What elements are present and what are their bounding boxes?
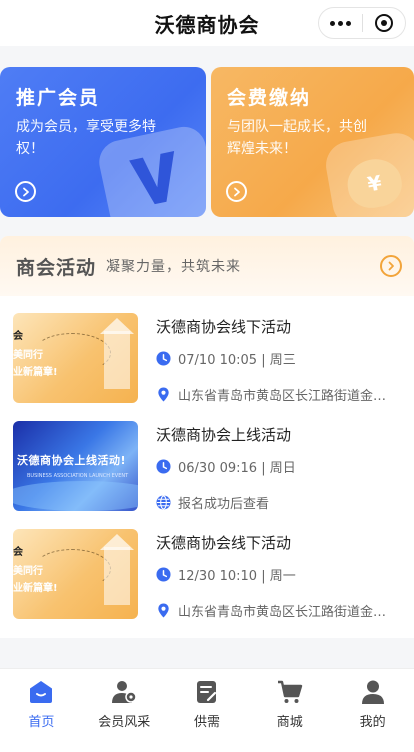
chevron-right-icon[interactable] [380, 255, 402, 277]
target-circle-icon[interactable] [363, 8, 406, 38]
activity-thumbnail: 沃德商协会上线活动! BUSINESS ASSOCIATION LAUNCH E… [13, 421, 138, 511]
top-bar: 沃德商协会 [0, 0, 414, 46]
promote-member-card[interactable]: 推广会员 成为会员，享受更多特权！ [0, 67, 206, 217]
activity-thumbnail: 会 美同行 业新篇章! [13, 313, 138, 403]
globe-icon [156, 495, 171, 510]
activity-thumbnail: 会 美同行 业新篇章! [13, 529, 138, 619]
thumb-text: 会 [13, 331, 23, 342]
page-title: 沃德商协会 [154, 12, 260, 37]
arrow-right-icon[interactable] [15, 181, 36, 202]
promote-member-desc: 成为会员，享受更多特权！ [16, 119, 156, 157]
activity-location-row: 报名成功后查看 [156, 493, 410, 512]
activity-item[interactable]: 沃德商协会上线活动! BUSINESS ASSOCIATION LAUNCH E… [0, 421, 414, 521]
tab-home[interactable]: 首页 [0, 669, 83, 752]
thumb-text: 会 [13, 547, 23, 558]
tab-mall[interactable]: 商城 [248, 669, 331, 752]
home-icon [30, 681, 53, 703]
thumb-text: 美同行 [13, 566, 43, 577]
section-title: 商会活动 [16, 256, 97, 279]
user-icon [361, 680, 384, 704]
location-pin-icon [158, 387, 169, 402]
activities-header[interactable]: 商会活动 凝聚力量，共筑未来 [0, 236, 414, 296]
thumb-text: 美同行 [13, 350, 43, 361]
promote-member-title: 推广会员 [16, 87, 101, 109]
location-pin-icon [158, 603, 169, 618]
thumb-text: 业新篇章! [13, 583, 58, 594]
bottom-tab-bar: 首页 会员风采 供需 商城 我的 [0, 668, 414, 752]
mini-program-capsule [318, 7, 406, 39]
member-icon [112, 681, 137, 703]
cart-icon [277, 680, 302, 703]
activity-title: 沃德商协会上线活动 [156, 426, 292, 444]
more-dots-icon[interactable] [319, 8, 362, 38]
clock-icon [156, 351, 171, 366]
activity-item[interactable]: 会 美同行 业新篇章! 沃德商协会线下活动 12/30 10:10 | 周一 山… [0, 529, 414, 629]
thumb-text: 业新篇章! [13, 367, 58, 378]
activity-time-row: 12/30 10:10 | 周一 [156, 565, 296, 584]
activities-section: 商会活动 凝聚力量，共筑未来 会 美同行 业新篇章! 沃德商协会线下活动 07/… [0, 236, 414, 638]
activity-location: 报名成功后查看 [178, 497, 270, 512]
activity-item[interactable]: 会 美同行 业新篇章! 沃德商协会线下活动 07/10 10:05 | 周三 山… [0, 313, 414, 413]
membership-fee-card[interactable]: ¥ 会费缴纳 与团队一起成长，共创辉煌未来！ [211, 67, 414, 217]
tab-supply-demand[interactable]: 供需 [166, 669, 249, 752]
activity-location: 山东省青岛市黄岛区长江路街道金… [178, 605, 387, 620]
arrow-right-icon[interactable] [226, 181, 247, 202]
clock-icon [156, 459, 171, 474]
thumb-text: BUSINESS ASSOCIATION LAUNCH EVENT [27, 473, 129, 479]
tab-mine[interactable]: 我的 [331, 669, 414, 752]
clock-icon [156, 567, 171, 582]
section-subtitle: 凝聚力量，共筑未来 [106, 259, 242, 275]
activity-location-row: 山东省青岛市黄岛区长江路街道金… [156, 601, 410, 620]
tab-mall-label: 商城 [276, 715, 303, 730]
membership-fee-title: 会费缴纳 [227, 87, 312, 109]
activity-time-row: 06/30 09:16 | 周日 [156, 457, 296, 476]
page: 沃德商协会 推广会员 成为会员，享受更多特权！ ¥ 会费缴纳 与团队一起成长，共… [0, 0, 414, 752]
tab-member-label: 会员风采 [98, 715, 151, 730]
activity-time-row: 07/10 10:05 | 周三 [156, 349, 296, 368]
activity-time: 06/30 09:16 | 周日 [178, 461, 296, 476]
membership-fee-desc: 与团队一起成长，共创辉煌未来！ [227, 119, 367, 157]
supply-demand-icon [196, 681, 217, 703]
activity-title: 沃德商协会线下活动 [156, 534, 292, 552]
activity-title: 沃德商协会线下活动 [156, 318, 292, 336]
tab-home-label: 首页 [28, 715, 55, 730]
activity-location-row: 山东省青岛市黄岛区长江路街道金… [156, 385, 410, 404]
activity-time: 07/10 10:05 | 周三 [178, 353, 296, 368]
activity-location: 山东省青岛市黄岛区长江路街道金… [178, 389, 387, 404]
tab-supply-label: 供需 [193, 715, 220, 730]
thumb-text: 沃德商协会上线活动! [17, 454, 127, 467]
tab-member-showcase[interactable]: 会员风采 [83, 669, 166, 752]
tab-mine-label: 我的 [359, 715, 386, 730]
activity-time: 12/30 10:10 | 周一 [178, 569, 296, 584]
